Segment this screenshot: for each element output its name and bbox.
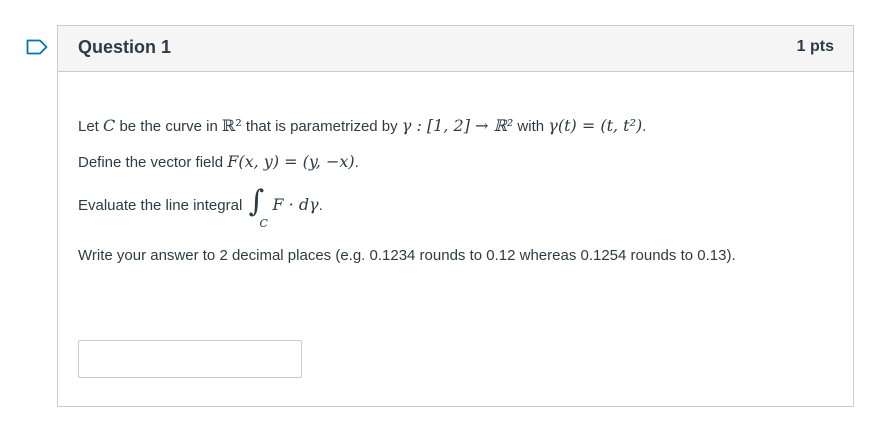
math-curve-name: C — [103, 116, 116, 135]
math-gamma-formula: γ(t) = (t, t²) — [548, 116, 643, 135]
question-title: Question 1 — [78, 37, 172, 57]
integral-symbol: ∫ C — [246, 185, 272, 231]
math-vector-field: F(x, y) = (y, −x) — [227, 152, 355, 171]
question-text-line-4: Write your answer to 2 decimal places (e… — [78, 247, 736, 264]
question-text-line-2: Define the vector field F(x, y) = (y, −x… — [78, 152, 359, 171]
text: . — [642, 118, 647, 135]
text: with — [513, 118, 549, 135]
math-integrand: F · dγ — [272, 195, 319, 214]
question-text-line-3: Evaluate the line integral ∫ C F · dγ. — [78, 185, 323, 231]
text: be the curve in — [115, 118, 223, 135]
math-gamma-def: γ : [1, 2] → ℝ² — [401, 116, 514, 135]
text: Define the vector field — [78, 154, 228, 171]
text: . — [354, 154, 359, 171]
integral-subscript: C — [259, 217, 268, 231]
text: Let — [78, 118, 104, 135]
text: Evaluate the line integral — [78, 197, 247, 214]
answer-input[interactable] — [78, 340, 302, 378]
flag-question-icon[interactable] — [26, 39, 48, 55]
math-r2: ℝ² — [222, 116, 242, 135]
question-points: 1 pts — [796, 38, 834, 55]
question-text-line-1: Let C be the curve in ℝ² that is paramet… — [78, 116, 646, 135]
text: . — [318, 197, 323, 214]
question-header: Question 1 1 pts — [58, 26, 853, 72]
question-card: Question 1 1 pts Let C be the curve in ℝ… — [57, 25, 854, 407]
text: that is parametrized by — [241, 118, 402, 135]
